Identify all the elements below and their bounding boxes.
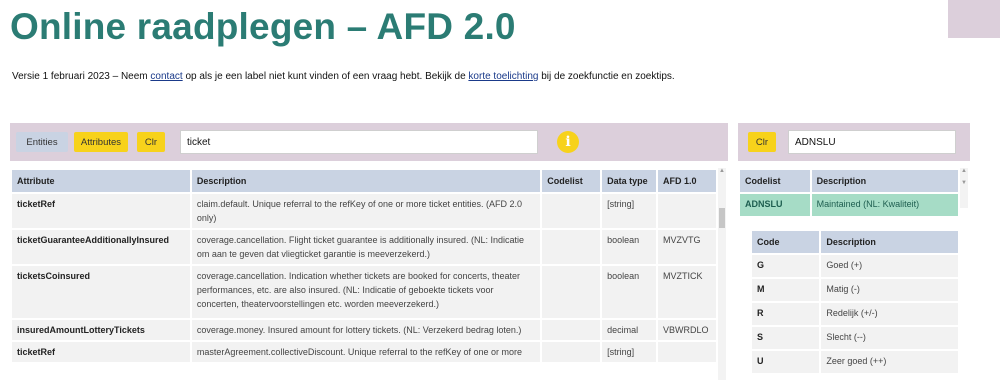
cell-datatype: [string] [602,194,656,228]
scroll-up-icon[interactable]: ▲ [718,168,726,174]
cell-attribute: ticketRef [12,194,190,228]
intro-part-3: bij de zoekfunctie en zoektips. [538,71,675,82]
cell-attribute: ticketRef [12,342,190,362]
cell-datatype: boolean [602,266,656,318]
clear-button[interactable]: Clr [137,132,165,152]
attributes-toolbar: Entities Attributes Clr ticket i [10,123,728,161]
col-code-description[interactable]: Description [821,231,958,253]
table-row[interactable]: ticketsCoinsured coverage.cancellation. … [12,266,716,318]
table-row[interactable]: ticketRef claim.default. Unique referral… [12,194,716,228]
col-code[interactable]: Code [752,231,820,253]
col-attribute[interactable]: Attribute [12,170,190,192]
cell-code-description: Goed (+) [821,255,958,277]
cell-datatype: boolean [602,230,656,264]
cell-codelist [542,194,601,228]
scroll-up-icon[interactable]: ▲ [960,168,968,174]
cell-codelist [542,320,601,340]
cell-datatype: [string] [602,342,656,362]
cell-attribute: ticketGuaranteeAdditionallyInsured [12,230,190,264]
intro-text: Versie 1 februari 2023 – Neem contact op… [12,71,675,82]
info-icon[interactable]: i [557,131,579,153]
cell-code-description: Slecht (--) [821,327,958,349]
entities-button[interactable]: Entities [16,132,68,152]
cell-code: M [752,279,820,301]
selected-codelist-row[interactable]: ADNSLU Maintained (NL: Kwaliteit) [740,194,958,216]
page-title: Online raadplegen – AFD 2.0 [10,6,516,47]
attributes-table: Attribute Description Codelist Data type… [10,168,718,364]
col-datatype[interactable]: Data type [602,170,656,192]
cell-description: Maintained (NL: Kwaliteit) [811,194,958,216]
code-values-table: Code Description G Goed (+) M Matig (-) … [750,229,960,375]
col-codelist[interactable]: Codelist [740,170,810,192]
cell-datatype: decimal [602,320,656,340]
codelist-search-input[interactable]: ADNSLU [788,130,956,154]
col-codelist[interactable]: Codelist [542,170,601,192]
scrollbar-thumb[interactable] [719,208,725,228]
cell-codelist [542,342,601,362]
cell-description: coverage.cancellation. Indication whethe… [191,266,541,318]
cell-attribute: insuredAmountLotteryTickets [12,320,190,340]
codelist-clear-button[interactable]: Clr [748,132,776,152]
help-link[interactable]: korte toelichting [468,71,538,82]
table-row[interactable]: insuredAmountLotteryTickets coverage.mon… [12,320,716,340]
cell-afd: VBWRDLO [658,320,716,340]
contact-link[interactable]: contact [150,71,182,82]
cell-attribute: ticketsCoinsured [12,266,190,318]
attributes-scrollbar[interactable]: ▲ [718,168,726,380]
cell-description: coverage.money. Insured amount for lotte… [191,320,541,340]
cell-code-description: Matig (-) [821,279,958,301]
cell-code-description: Zeer goed (++) [821,351,958,373]
cell-codelist [542,230,601,264]
cell-afd [658,342,716,362]
code-row[interactable]: G Goed (+) [752,255,958,277]
corner-decoration [948,0,1000,38]
intro-part-1: Versie 1 februari 2023 – Neem [12,71,151,82]
cell-code-description: Redelijk (+/-) [821,303,958,325]
cell-codelist [542,266,601,318]
cell-code: G [752,255,820,277]
table-row[interactable]: ticketRef masterAgreement.collectiveDisc… [12,342,716,362]
cell-description: claim.default. Unique referral to the re… [191,194,541,228]
code-row[interactable]: U Zeer goed (++) [752,351,958,373]
cell-description: coverage.cancellation. Flight ticket gua… [191,230,541,264]
table-row[interactable]: ticketGuaranteeAdditionallyInsured cover… [12,230,716,264]
attribute-search-input[interactable]: ticket [180,130,538,154]
codelist-table: Codelist Description ADNSLU Maintained (… [738,168,960,218]
cell-afd: MVZVTG [658,230,716,264]
codelist-scrollbar[interactable]: ▲ ▼ [960,168,968,208]
cell-code: S [752,327,820,349]
cell-code: U [752,351,820,373]
col-afd[interactable]: AFD 1.0 [658,170,716,192]
codelist-toolbar: Clr ADNSLU [738,123,970,161]
col-description[interactable]: Description [811,170,958,192]
code-row[interactable]: M Matig (-) [752,279,958,301]
code-row[interactable]: S Slecht (--) [752,327,958,349]
cell-afd [658,194,716,228]
cell-code: R [752,303,820,325]
intro-part-2: op als je een label niet kunt vinden of … [182,71,469,82]
cell-codelist: ADNSLU [740,194,810,216]
attributes-button[interactable]: Attributes [74,132,128,152]
scroll-down-icon[interactable]: ▼ [960,180,968,186]
code-row[interactable]: R Redelijk (+/-) [752,303,958,325]
cell-description: masterAgreement.collectiveDiscount. Uniq… [191,342,541,362]
cell-afd: MVZTICK [658,266,716,318]
col-description[interactable]: Description [191,170,541,192]
